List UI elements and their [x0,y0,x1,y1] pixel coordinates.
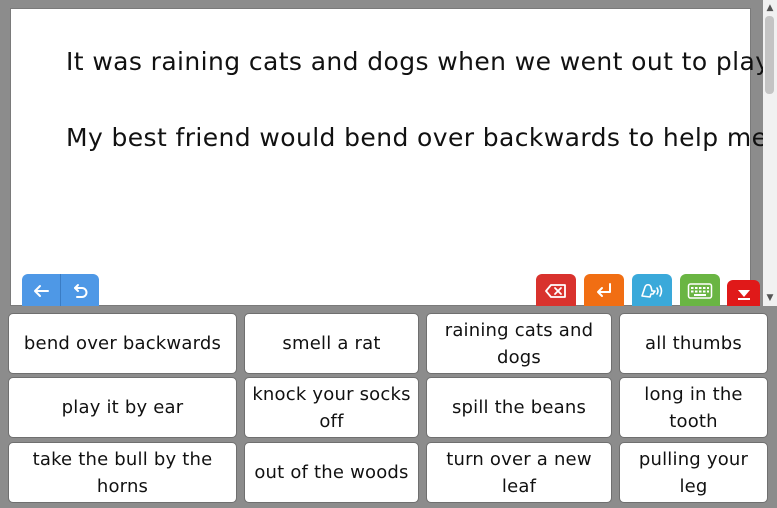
undo-icon [74,284,88,298]
document-area[interactable]: It was raining cats and dogs when we wen… [10,8,775,306]
enter-button[interactable] [584,274,624,308]
phrase-button[interactable]: knock your socks off [244,377,419,438]
phrase-button[interactable]: play it by ear [8,377,237,438]
arrow-left-icon [34,285,49,297]
enter-icon [597,283,611,297]
scroll-down-icon[interactable]: ▼ [763,292,777,304]
phrase-button[interactable]: raining cats and dogs [426,313,612,374]
phrase-button[interactable]: turn over a new leaf [426,442,612,503]
speak-button[interactable] [632,274,672,308]
keyboard-button[interactable] [680,274,720,308]
phrase-button[interactable]: out of the woods [244,442,419,503]
phrase-button[interactable]: pulling your leg [619,442,768,503]
phrase-button[interactable]: long in the tooth [619,377,768,438]
phrase-grid: bend over backwards smell a rat raining ca… [0,306,777,508]
vertical-scrollbar[interactable]: ▲ ▼ [763,0,777,306]
phrase-button[interactable]: spill the beans [426,377,612,438]
phrase-button[interactable]: all thumbs [619,313,768,374]
speak-icon [641,283,663,298]
phrase-button[interactable]: take the bull by the horns [8,442,237,503]
document-line: It was raining cats and dogs when we wen… [66,47,776,76]
phrase-button[interactable]: smell a rat [244,313,419,374]
minimize-button[interactable] [727,280,760,308]
navigation-button-group [22,274,99,308]
scroll-thumb[interactable] [765,16,774,94]
backspace-icon [545,284,566,298]
scroll-up-icon[interactable]: ▲ [763,2,777,14]
document-line: My best friend would bend over backwards… [66,123,776,152]
keyboard-icon [687,283,713,299]
phrase-button[interactable]: bend over backwards [8,313,237,374]
minimize-icon [737,290,750,300]
undo-button[interactable] [61,274,99,308]
delete-button[interactable] [536,274,576,308]
back-button[interactable] [22,274,60,308]
